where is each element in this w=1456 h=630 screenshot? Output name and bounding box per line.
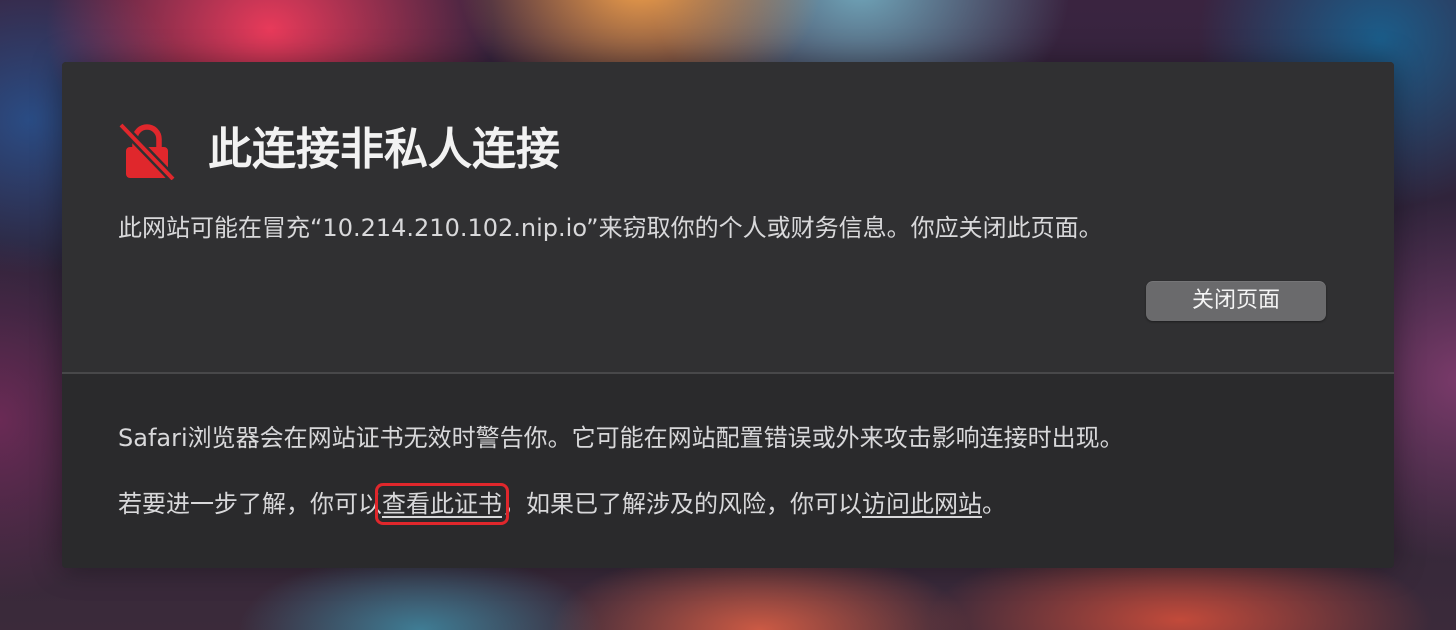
details-section [62, 374, 1394, 568]
certificate-explanation: Safari浏览器会在网站证书无效时警告你。它可能在网站配置错误或外来攻击影响连… [118, 424, 1124, 452]
options-middle: ，如果已了解涉及的风险，你可以 [502, 490, 862, 518]
lock-slash-icon [118, 122, 176, 180]
options-prefix: 若要进一步了解，你可以 [118, 490, 382, 518]
visit-website-link[interactable]: 访问此网站 [862, 490, 982, 518]
close-page-button[interactable]: 关闭页面 [1146, 281, 1326, 321]
view-certificate-link[interactable]: 查看此证书 [375, 483, 509, 525]
warning-header-section: 此连接非私人连接 此网站可能在冒充“10.214.210.102.nip.io”… [62, 62, 1394, 372]
warning-message: 此网站可能在冒充“10.214.210.102.nip.io”来窃取你的个人或财… [118, 214, 1103, 242]
options-text: 若要进一步了解，你可以查看此证书，如果已了解涉及的风险，你可以访问此网站。 [118, 483, 1006, 525]
page-title: 此连接非私人连接 [208, 124, 560, 175]
options-suffix: 。 [982, 490, 1006, 518]
